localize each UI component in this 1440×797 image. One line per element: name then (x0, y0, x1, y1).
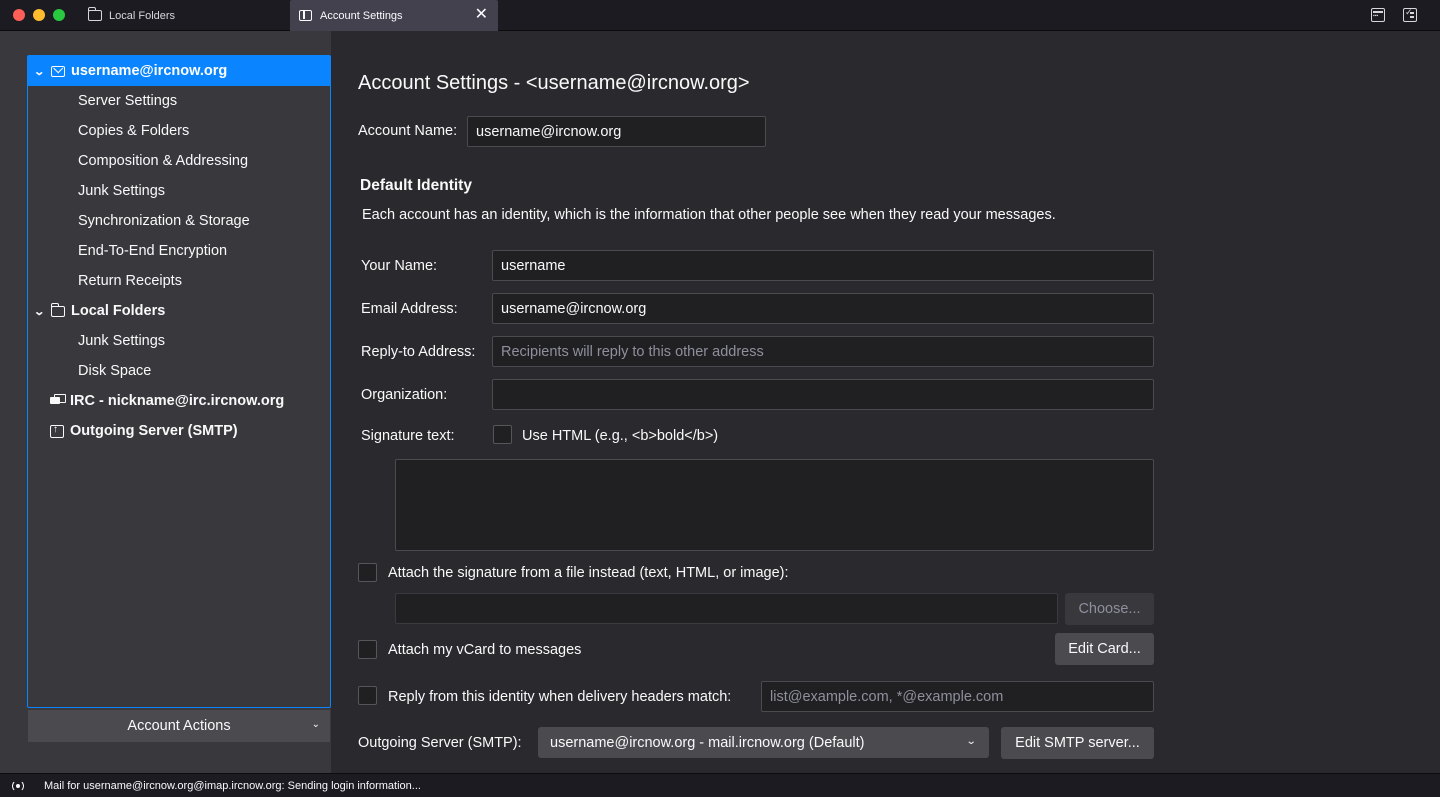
tree-item-composition[interactable]: Composition & Addressing (28, 146, 330, 176)
signature-file-path-field[interactable] (395, 593, 1058, 624)
tree-item-return-receipts[interactable]: Return Receipts (28, 266, 330, 296)
attach-vcard-label: Attach my vCard to messages (388, 642, 582, 658)
tree-item-label: Synchronization & Storage (78, 213, 250, 229)
outgoing-server-label: Outgoing Server (SMTP): (358, 735, 522, 751)
chat-icon (50, 394, 66, 408)
your-name-label: Your Name: (361, 258, 438, 274)
account-settings-pane: Account Settings - <username@ircnow.org>… (331, 31, 1440, 773)
tree-item-local-folders[interactable]: ⌄ Local Folders (28, 296, 330, 326)
reply-from-headers-field[interactable]: list@example.com, *@example.com (761, 681, 1154, 712)
tree-item-sync-storage[interactable]: Synchronization & Storage (28, 206, 330, 236)
your-name-field[interactable]: username (492, 250, 1154, 281)
account-tree: ⌄ username@ircnow.org Server Settings Co… (27, 55, 331, 708)
tree-item-label: Disk Space (78, 363, 152, 379)
chevron-down-icon: ⌄ (311, 719, 320, 730)
account-actions-label: Account Actions (127, 718, 231, 734)
organization-field[interactable] (492, 379, 1154, 410)
mail-icon (51, 65, 65, 77)
reply-to-field[interactable]: Recipients will reply to this other addr… (492, 336, 1154, 367)
online-status-icon[interactable] (11, 780, 25, 792)
tree-item-local-junk-settings[interactable]: Junk Settings (28, 326, 330, 356)
tab-label: Local Folders (109, 9, 176, 22)
account-actions-button[interactable]: Account Actions ⌄ (28, 710, 330, 742)
minimize-window-button[interactable] (33, 9, 45, 21)
status-bar: Mail for username@ircnow.org@imap.ircnow… (0, 773, 1440, 797)
tree-item-label: Server Settings (78, 93, 178, 109)
account-name-field[interactable]: username@ircnow.org (467, 116, 766, 147)
tree-item-label: Junk Settings (78, 183, 166, 199)
identity-description: Each account has an identity, which is t… (362, 207, 1056, 223)
folder-icon (87, 6, 102, 22)
tree-item-label: username@ircnow.org (71, 63, 228, 79)
calendar-icon[interactable] (1371, 8, 1385, 22)
tree-item-label: Junk Settings (78, 333, 166, 349)
email-address-field[interactable]: username@ircnow.org (492, 293, 1154, 324)
tasks-icon[interactable] (1403, 7, 1417, 22)
folder-icon (50, 302, 65, 317)
chevron-down-icon[interactable]: ⌄ (33, 65, 49, 78)
tree-item-irc[interactable]: IRC - nickname@irc.ircnow.org (28, 386, 330, 416)
organization-label: Organization: (361, 387, 448, 403)
tree-item-label: Return Receipts (78, 273, 182, 289)
signature-textarea[interactable] (395, 459, 1154, 551)
tab-account-settings[interactable]: Account Settings ✕ (290, 0, 498, 31)
tree-item-outgoing-server[interactable]: Outgoing Server (SMTP) (28, 416, 330, 446)
outgoing-server-select[interactable]: username@ircnow.org - mail.ircnow.org (D… (538, 727, 989, 758)
title-bar: Local Folders Account Settings ✕ (0, 0, 1440, 31)
tab-local-folders[interactable]: Local Folders (78, 0, 288, 31)
tree-item-e2e-encryption[interactable]: End-To-End Encryption (28, 236, 330, 266)
tree-item-label: Outgoing Server (SMTP) (70, 423, 238, 439)
zoom-window-button[interactable] (53, 9, 65, 21)
tree-item-label: Composition & Addressing (78, 153, 249, 169)
page-title: Account Settings - <username@ircnow.org> (358, 72, 750, 94)
attach-signature-file-checkbox[interactable] (358, 563, 377, 582)
tree-item-label: End-To-End Encryption (78, 243, 228, 259)
email-address-label: Email Address: (361, 301, 458, 317)
tree-item-copies-folders[interactable]: Copies & Folders (28, 116, 330, 146)
tree-item-account[interactable]: ⌄ username@ircnow.org (28, 56, 330, 86)
chevron-down-icon[interactable]: ⌄ (33, 305, 49, 318)
edit-card-button[interactable]: Edit Card... (1055, 633, 1154, 665)
tree-item-disk-space[interactable]: Disk Space (28, 356, 330, 386)
tree-item-label: Copies & Folders (78, 123, 190, 139)
signature-text-label: Signature text: (361, 428, 455, 444)
use-html-label: Use HTML (e.g., <b>bold</b>) (522, 428, 719, 444)
outgoing-server-icon (50, 424, 64, 438)
attach-signature-file-label: Attach the signature from a file instead… (388, 565, 789, 581)
close-window-button[interactable] (13, 9, 25, 21)
tree-item-server-settings[interactable]: Server Settings (28, 86, 330, 116)
reply-from-identity-checkbox[interactable] (358, 686, 377, 705)
outgoing-server-value: username@ircnow.org - mail.ircnow.org (D… (550, 734, 865, 751)
use-html-checkbox[interactable] (493, 425, 512, 444)
tab-label: Account Settings (320, 9, 403, 22)
account-sidebar: ⌄ username@ircnow.org Server Settings Co… (0, 31, 331, 773)
choose-file-button[interactable]: Choose... (1065, 593, 1154, 625)
tree-item-label: Local Folders (71, 303, 166, 319)
reply-from-identity-label: Reply from this identity when delivery h… (388, 689, 732, 705)
chevron-down-icon: ⌄ (965, 736, 977, 747)
status-text: Mail for username@ircnow.org@imap.ircnow… (44, 780, 421, 792)
tree-item-label: IRC - nickname@irc.ircnow.org (70, 393, 285, 409)
attach-vcard-checkbox[interactable] (358, 640, 377, 659)
tree-item-junk-settings[interactable]: Junk Settings (28, 176, 330, 206)
settings-icon (299, 9, 313, 22)
edit-smtp-server-button[interactable]: Edit SMTP server... (1001, 727, 1154, 759)
close-tab-icon[interactable]: ✕ (475, 7, 488, 23)
default-identity-heading: Default Identity (360, 177, 472, 194)
reply-to-label: Reply-to Address: (361, 344, 476, 360)
account-name-label: Account Name: (358, 123, 458, 139)
